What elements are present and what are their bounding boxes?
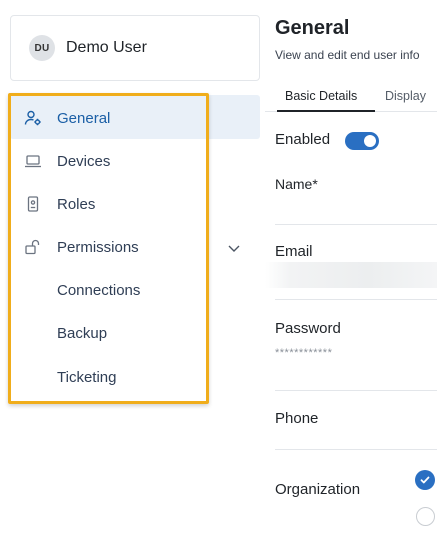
chevron-down-icon[interactable] (226, 240, 242, 256)
password-divider (275, 390, 437, 391)
enabled-toggle[interactable] (345, 132, 379, 150)
tab-bar: Basic Details Display (265, 85, 437, 112)
phone-divider (275, 449, 437, 450)
avatar: DU (29, 35, 55, 61)
page-subtitle: View and edit end user info (275, 48, 420, 62)
active-tab-indicator (277, 110, 375, 112)
toggle-knob (364, 135, 376, 147)
phone-label: Phone (275, 410, 319, 427)
email-field[interactable] (265, 262, 437, 288)
check-icon (420, 476, 430, 484)
email-label: Email (275, 243, 313, 260)
user-card[interactable]: DU Demo User (10, 15, 260, 81)
password-value[interactable]: ************ (275, 347, 332, 359)
email-divider (275, 299, 437, 300)
name-field-underline[interactable] (275, 224, 437, 225)
tab-basic-details[interactable]: Basic Details (285, 89, 357, 103)
organization-radio-selected[interactable] (415, 470, 435, 490)
page-title: General (275, 17, 350, 39)
password-label: Password (275, 320, 341, 337)
name-label: Name* (275, 176, 318, 192)
tab-display[interactable]: Display (385, 89, 426, 103)
organization-radio-unselected[interactable] (416, 507, 435, 526)
user-name: Demo User (66, 39, 147, 56)
highlight-box (8, 93, 209, 404)
enabled-label: Enabled (275, 131, 331, 148)
organization-label: Organization (275, 481, 361, 498)
